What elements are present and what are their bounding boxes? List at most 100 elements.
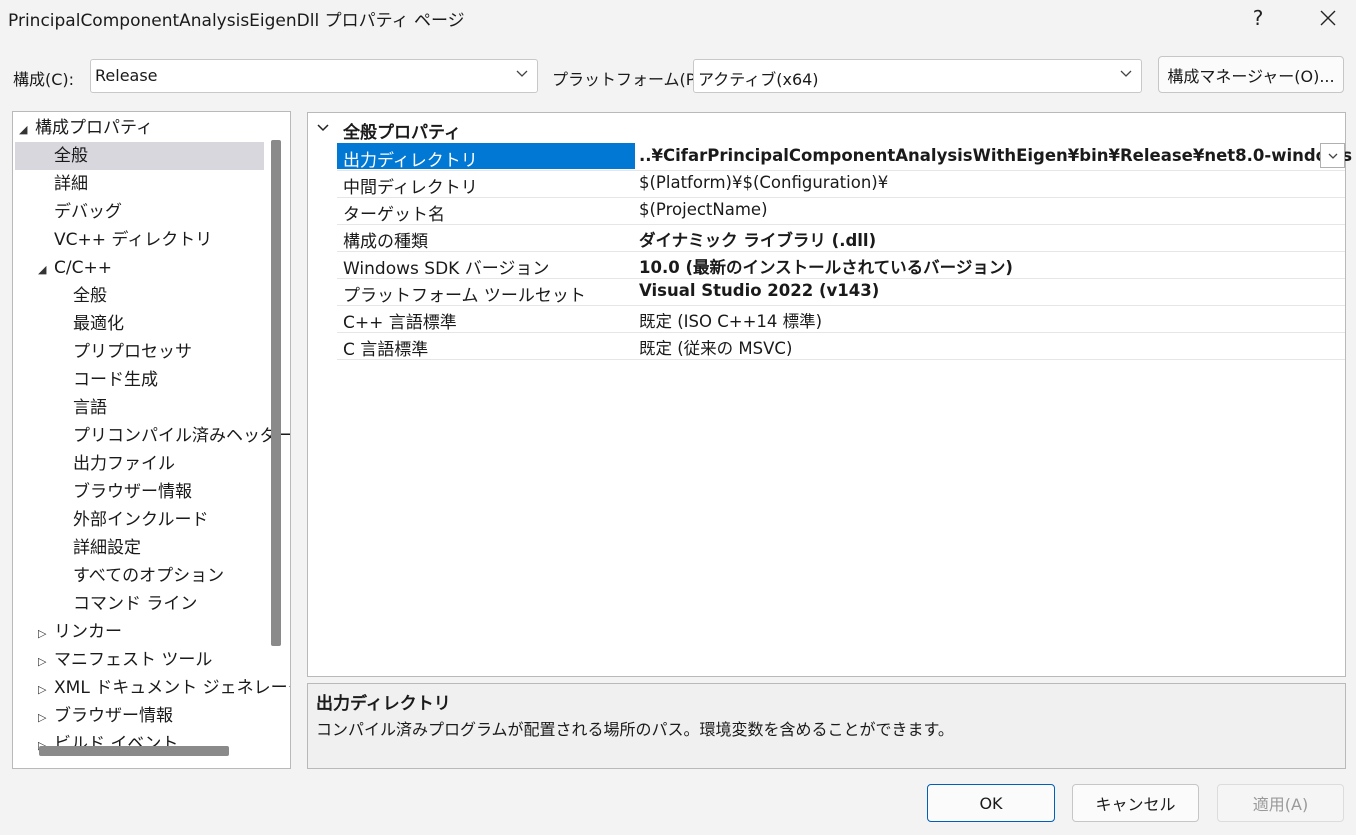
- tree-item-label: 出力ファイル: [73, 454, 175, 474]
- property-grid[interactable]: 全般プロパティ 出力ディレクトリ ..¥CifarPrincipalCompone…: [307, 112, 1352, 677]
- tree-item-label: マニフェスト ツール: [54, 650, 213, 670]
- ok-button[interactable]: OK: [927, 784, 1055, 822]
- tree-horizontal-scrollbar[interactable]: [39, 746, 229, 756]
- property-name: Windows SDK バージョン: [343, 259, 550, 279]
- tree-item[interactable]: 最適化: [57, 310, 124, 338]
- config-value: Release: [95, 66, 158, 85]
- config-label: 構成(C):: [13, 70, 75, 89]
- expand-arrow-icon[interactable]: ▷: [38, 648, 54, 676]
- property-row[interactable]: C++ 言語標準 既定 (ISO C++14 標準): [337, 305, 1345, 333]
- property-value[interactable]: 10.0 (最新のインストールされているバージョン): [639, 254, 1013, 278]
- config-manager-button[interactable]: 構成マネージャー(O)...: [1158, 56, 1344, 93]
- tree-item-label: プリプロセッサ: [73, 342, 192, 362]
- close-button[interactable]: [1302, 0, 1354, 36]
- collapse-arrow-icon[interactable]: ◢: [38, 256, 54, 284]
- description-pane: 出力ディレクトリ コンパイル済みプログラムが配置される場所のパス。環境変数を含め…: [307, 683, 1346, 769]
- property-row[interactable]: C 言語標準 既定 (従来の MSVC): [337, 332, 1345, 360]
- tree-item[interactable]: デバッグ: [38, 198, 122, 226]
- chevron-down-icon: [1119, 66, 1133, 84]
- description-text: コンパイル済みプログラムが配置される場所のパス。環境変数を含めることができます。: [316, 720, 954, 739]
- tree-item[interactable]: 外部インクルード: [57, 506, 209, 534]
- chevron-down-icon: [515, 66, 529, 84]
- tree-vertical-scrollbar[interactable]: [271, 140, 281, 646]
- property-name: ターゲット名: [343, 205, 445, 225]
- tree-item[interactable]: VC++ ディレクトリ: [38, 226, 212, 254]
- tree-item[interactable]: 詳細: [38, 170, 88, 198]
- property-name: C++ 言語標準: [343, 313, 457, 333]
- platform-value: アクティブ(x64): [698, 70, 819, 89]
- tree-item-label: 構成プロパティ: [35, 118, 153, 138]
- tree-item-label: 詳細: [54, 174, 88, 194]
- apply-button[interactable]: 適用(A): [1217, 784, 1344, 822]
- value-dropdown-button[interactable]: [1320, 143, 1345, 168]
- help-button[interactable]: ?: [1232, 0, 1284, 36]
- property-row[interactable]: 出力ディレクトリ ..¥CifarPrincipalComponentAnalys…: [337, 143, 1352, 171]
- collapse-chevron-icon[interactable]: [316, 120, 330, 139]
- expand-arrow-icon[interactable]: ▷: [38, 620, 54, 648]
- window-title: PrincipalComponentAnalysisEigenDll プロパティ…: [8, 11, 465, 31]
- tree-item[interactable]: ▷ ブラウザー情報: [38, 702, 173, 730]
- property-row[interactable]: 構成の種類 ダイナミック ライブラリ (.dll): [337, 224, 1345, 252]
- tree-item-label: プリコンパイル済みヘッダー: [73, 426, 291, 446]
- tree-item[interactable]: ▷ マニフェスト ツール: [38, 646, 212, 674]
- tree-item[interactable]: プリコンパイル済みヘッダー: [57, 422, 291, 450]
- tree-item-label: XML ドキュメント ジェネレーター: [54, 678, 290, 698]
- description-title: 出力ディレクトリ: [316, 694, 451, 714]
- expand-arrow-icon[interactable]: ▷: [38, 676, 54, 704]
- tree-item-label: 言語: [73, 398, 107, 418]
- config-combo[interactable]: Release: [90, 59, 538, 93]
- property-row[interactable]: プラットフォーム ツールセット Visual Studio 2022 (v143): [337, 278, 1345, 306]
- tree-item[interactable]: コマンド ライン: [57, 590, 197, 618]
- cancel-button[interactable]: キャンセル: [1072, 784, 1199, 822]
- tree-item-label: 全般: [54, 146, 88, 166]
- property-row[interactable]: 中間ディレクトリ $(Platform)¥$(Configuration)¥: [337, 170, 1345, 198]
- tree-item[interactable]: コード生成: [57, 366, 158, 394]
- tree-item-label: コマンド ライン: [73, 594, 198, 614]
- tree-item-label: デバッグ: [54, 202, 122, 222]
- tree-item[interactable]: 言語: [57, 394, 107, 422]
- tree-item-label: ブラウザー情報: [73, 482, 192, 502]
- tree-item[interactable]: 出力ファイル: [57, 450, 175, 478]
- tree-item[interactable]: 全般: [57, 282, 107, 310]
- property-name: 構成の種類: [343, 232, 428, 252]
- property-row[interactable]: Windows SDK バージョン 10.0 (最新のインストールされているバージ…: [337, 251, 1345, 279]
- property-value[interactable]: $(ProjectName): [639, 200, 768, 219]
- tree-item-label: ブラウザー情報: [54, 706, 173, 726]
- expand-arrow-icon[interactable]: ▷: [38, 704, 54, 732]
- tree-item[interactable]: ◢ C/C++: [38, 254, 112, 282]
- category-label: 全般プロパティ: [343, 123, 461, 143]
- tree-item-label: 最適化: [73, 314, 124, 334]
- tree-item-label: 外部インクルード: [73, 510, 209, 530]
- property-value[interactable]: 既定 (ISO C++14 標準): [639, 308, 822, 332]
- property-value[interactable]: $(Platform)¥$(Configuration)¥: [639, 173, 888, 192]
- property-tree[interactable]: ◢ 構成プロパティ 全般 詳細 デバッグ VC++ ディレクトリ ◢ C/C++ 全般 最適化 プリ…: [12, 111, 291, 769]
- property-value[interactable]: ..¥CifarPrincipalComponentAnalysisWithEi…: [639, 146, 1352, 165]
- tree-item-label: すべてのオプション: [73, 566, 225, 586]
- tree-item-label: リンカー: [54, 622, 122, 642]
- property-value[interactable]: Visual Studio 2022 (v143): [639, 281, 879, 300]
- tree-item[interactable]: ブラウザー情報: [57, 478, 192, 506]
- property-name: プラットフォーム ツールセット: [343, 286, 586, 306]
- close-icon: [1320, 10, 1336, 26]
- property-row[interactable]: ターゲット名 $(ProjectName): [337, 197, 1345, 225]
- title-bar: PrincipalComponentAnalysisEigenDll プロパティ…: [0, 0, 1356, 38]
- collapse-arrow-icon[interactable]: ◢: [19, 116, 35, 144]
- property-name: 中間ディレクトリ: [343, 178, 478, 198]
- tree-item[interactable]: すべてのオプション: [57, 562, 224, 590]
- tree-item[interactable]: ▷ リンカー: [38, 618, 122, 646]
- tree-item-label: 全般: [73, 286, 107, 306]
- tree-item[interactable]: 詳細設定: [57, 534, 141, 562]
- tree-item[interactable]: 全般: [38, 142, 88, 170]
- property-name: 出力ディレクトリ: [343, 151, 478, 171]
- property-name: C 言語標準: [343, 340, 429, 360]
- tree-item-label: C/C++: [54, 258, 112, 278]
- tree-item[interactable]: プリプロセッサ: [57, 338, 192, 366]
- platform-combo[interactable]: アクティブ(x64): [693, 59, 1142, 93]
- tree-item[interactable]: ◢ 構成プロパティ: [19, 114, 153, 142]
- property-value[interactable]: 既定 (従来の MSVC): [639, 335, 792, 359]
- tree-item-label: 詳細設定: [73, 538, 141, 558]
- platform-label: プラットフォーム(P):: [552, 70, 708, 89]
- chevron-down-icon: [1328, 153, 1337, 159]
- property-value[interactable]: ダイナミック ライブラリ (.dll): [639, 227, 876, 251]
- tree-item[interactable]: ▷XML ドキュメント ジェネレーター: [38, 674, 290, 704]
